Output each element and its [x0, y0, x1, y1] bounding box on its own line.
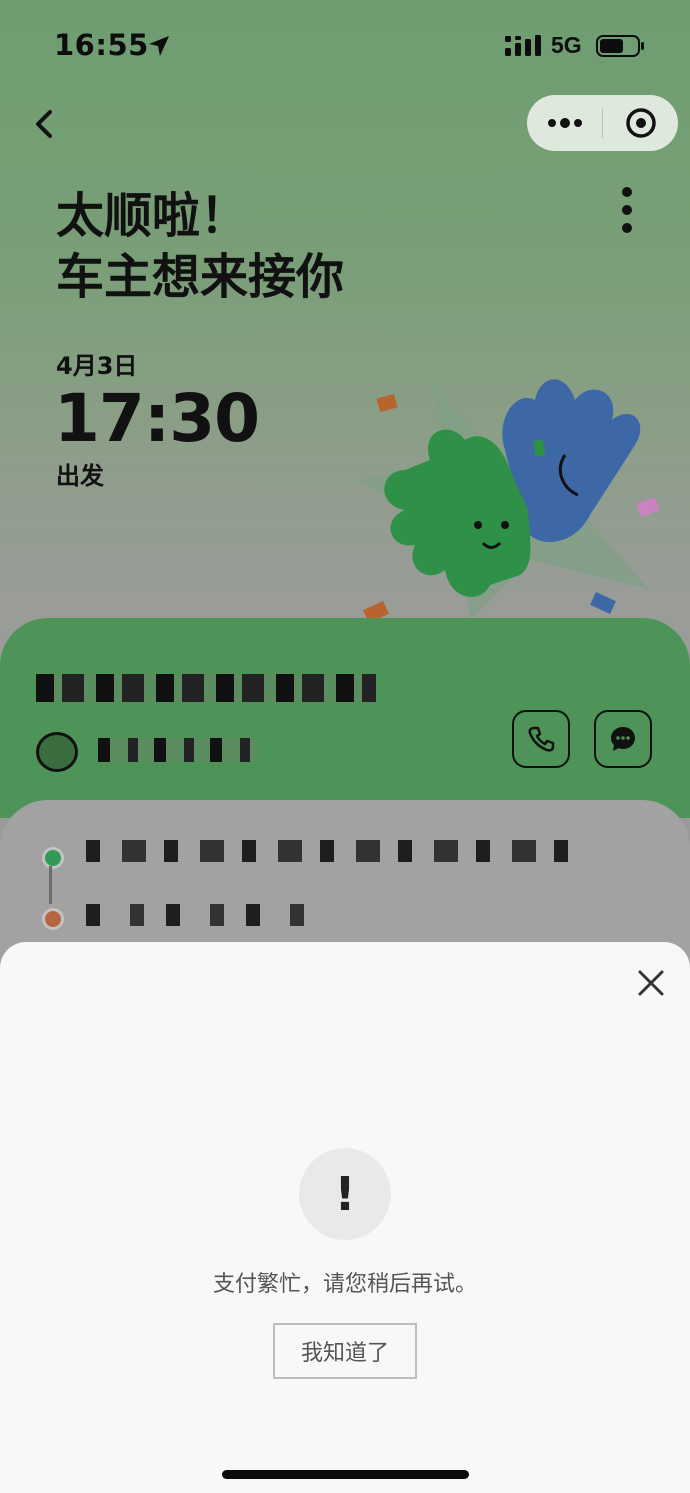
cellular-signal-icon [505, 35, 541, 56]
miniapp-capsule [527, 95, 678, 151]
redacted-driver-avatar [36, 732, 78, 772]
trip-date: 4月3日 [56, 352, 138, 380]
driver-card [0, 618, 690, 818]
redacted-end-address [86, 904, 322, 926]
error-message: 支付繁忙，请您稍后再试。 [212, 1272, 477, 1297]
call-driver-button[interactable] [512, 710, 570, 768]
departure-time: 17:30 [54, 380, 260, 457]
kebab-menu-icon[interactable] [614, 186, 640, 236]
close-icon[interactable] [636, 968, 666, 998]
more-dots-icon [547, 118, 582, 128]
back-button[interactable] [30, 104, 62, 144]
status-time: 16:55 [54, 28, 149, 62]
battery-icon [596, 35, 644, 57]
headline-line2: 车主想来接你 [56, 249, 345, 305]
route-connector [49, 866, 52, 904]
message-icon [611, 727, 635, 751]
capsule-more-button[interactable] [527, 95, 602, 151]
headline-line1: 太顺啦！ [56, 188, 249, 244]
target-circle-icon [625, 108, 656, 138]
status-bar: 16:55 5G [0, 0, 690, 90]
high-five-hands-illustration [360, 379, 660, 623]
phone-icon [528, 726, 555, 752]
page-headline: 太顺啦！ 车主想来接你 [56, 186, 344, 308]
redacted-driver-info [98, 738, 258, 762]
departure-label: 出发 [56, 462, 104, 490]
home-indicator [222, 1470, 469, 1479]
chat-driver-button[interactable] [594, 710, 652, 768]
redacted-driver-name [36, 674, 376, 702]
acknowledge-button[interactable]: 我知道了 [273, 1323, 417, 1379]
redacted-start-address [86, 840, 576, 862]
alert-icon: ! [299, 1148, 391, 1240]
start-point-dot [42, 847, 64, 869]
location-arrow-icon [149, 36, 169, 56]
end-point-dot [42, 908, 64, 930]
network-type: 5G [551, 32, 582, 58]
capsule-close-button[interactable] [603, 95, 678, 151]
